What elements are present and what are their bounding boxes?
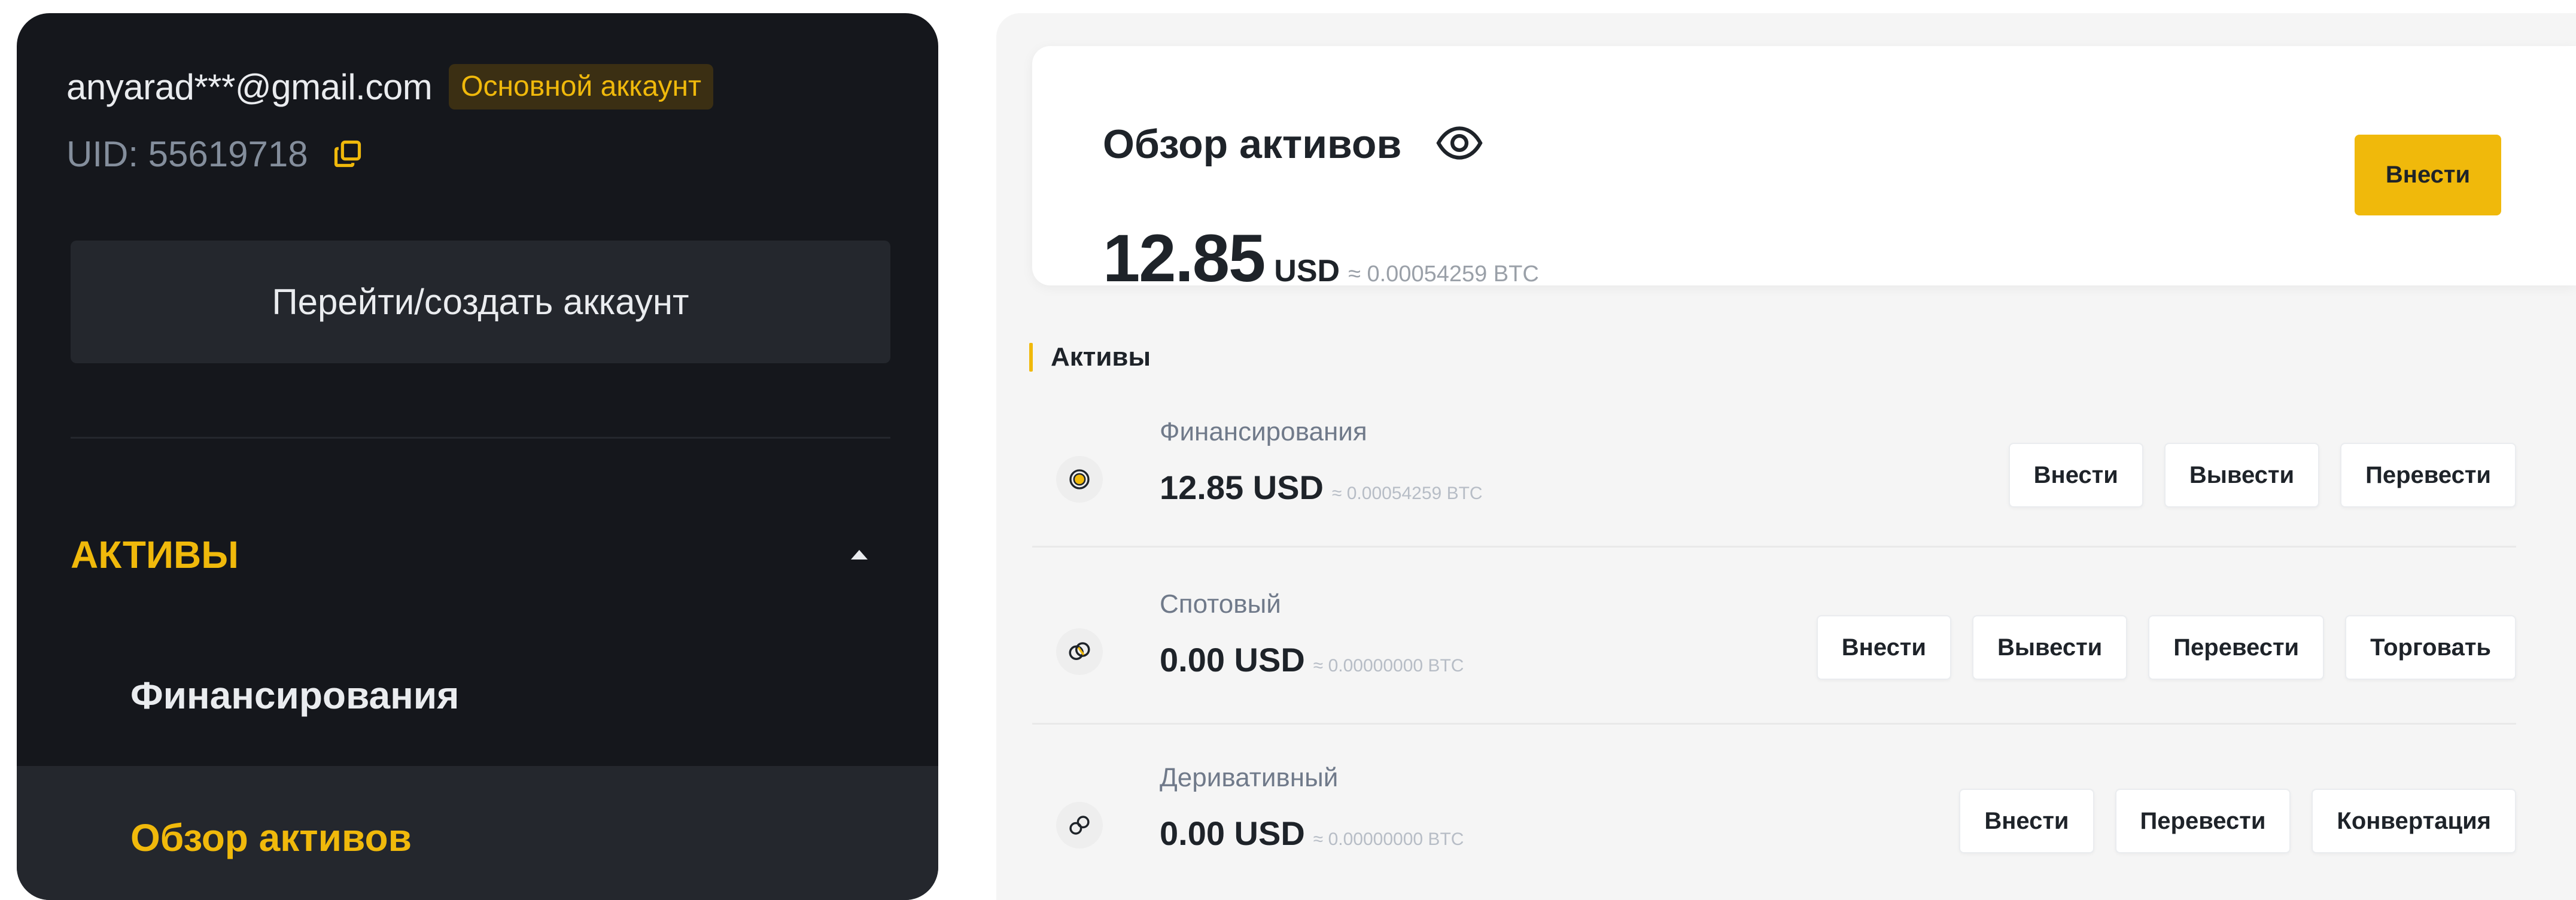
eye-icon[interactable] <box>1434 118 1485 168</box>
total-balance-currency: USD <box>1274 254 1340 288</box>
assets-accent-bar <box>1029 343 1033 372</box>
total-balance: 12.85 USD ≈ 0.00054259 BTC <box>1103 220 1539 297</box>
funding-coin-icon <box>1056 456 1103 503</box>
assets-section-title: АКТИВЫ <box>71 533 239 576</box>
copy-icon[interactable] <box>332 138 363 169</box>
account-name: Финансирования <box>1160 417 1367 446</box>
asset-row-funding: Финансирования 12.85 USD ≈ 0.00054259 BT… <box>1032 390 2576 564</box>
asset-row-derivatives: Деривативный 0.00 USD ≈ 0.00000000 BTC В… <box>1032 736 2576 900</box>
trade-button[interactable]: Торговать <box>2345 615 2516 680</box>
assets-section-toggle[interactable]: АКТИВЫ <box>71 516 890 594</box>
withdraw-button[interactable]: Вывести <box>1972 615 2128 680</box>
account-balance-btc: ≈ 0.00054259 BTC <box>1331 484 1483 503</box>
spot-coin-icon <box>1056 628 1103 675</box>
switch-create-account-button[interactable]: Перейти/создать аккаунт <box>71 241 890 363</box>
derivatives-actions: Внести Перевести Конвертация <box>1959 789 2516 853</box>
funding-actions: Внести Вывести Перевести <box>2008 443 2516 507</box>
transfer-button[interactable]: Перевести <box>2148 615 2325 680</box>
account-name: Деривативный <box>1160 763 1339 792</box>
sidebar-divider <box>71 437 890 439</box>
deposit-button[interactable]: Внести <box>1816 615 1951 680</box>
caret-up-icon <box>851 550 868 560</box>
deposit-button[interactable]: Внести <box>2355 135 2501 215</box>
account-email: anyarad***@gmail.com <box>66 66 433 107</box>
sidebar: anyarad***@gmail.com Основной аккаунт UI… <box>17 13 938 900</box>
withdraw-button[interactable]: Вывести <box>2164 443 2320 507</box>
asset-row-spot: Спотовый 0.00 USD ≈ 0.00000000 BTC Внест… <box>1032 562 2576 736</box>
row-divider <box>1032 723 2516 725</box>
total-balance-btc: ≈ 0.00054259 BTC <box>1348 262 1539 287</box>
transfer-button[interactable]: Перевести <box>2340 443 2516 507</box>
sidebar-item-asset-overview[interactable]: Обзор активов <box>17 766 938 900</box>
account-balance-btc: ≈ 0.00000000 BTC <box>1313 656 1464 676</box>
sidebar-item-label: Финансирования <box>130 674 460 717</box>
account-name: Спотовый <box>1160 589 1281 619</box>
convert-button[interactable]: Конвертация <box>2312 789 2516 853</box>
account-email-row: anyarad***@gmail.com Основной аккаунт <box>66 60 713 114</box>
account-balance-btc: ≈ 0.00000000 BTC <box>1313 829 1464 849</box>
account-balance: 0.00 USD ≈ 0.00000000 BTC <box>1160 640 1464 679</box>
derivatives-coin-icon <box>1056 802 1103 849</box>
account-balance-value: 12.85 USD <box>1160 469 1324 506</box>
main-account-badge: Основной аккаунт <box>449 64 713 110</box>
assets-header: Активы <box>1029 339 1151 375</box>
spot-actions: Внести Вывести Перевести Торговать <box>1816 615 2516 680</box>
assets-title: Активы <box>1051 342 1151 372</box>
page-title: Обзор активов <box>1103 121 1402 167</box>
transfer-button[interactable]: Перевести <box>2115 789 2291 853</box>
sidebar-item-label: Обзор активов <box>130 816 412 859</box>
account-uid: UID: 55619718 <box>66 133 308 174</box>
row-divider <box>1032 546 2516 548</box>
account-balance: 0.00 USD ≈ 0.00000000 BTC <box>1160 814 1464 853</box>
account-uid-row: UID: 55619718 <box>66 127 363 181</box>
total-balance-value: 12.85 <box>1103 221 1266 296</box>
sidebar-item-funding[interactable]: Финансирования <box>17 624 938 767</box>
account-balance-value: 0.00 USD <box>1160 641 1305 679</box>
app-root: anyarad***@gmail.com Основной аккаунт UI… <box>0 0 2576 900</box>
asset-overview-card: Обзор активов 12.85 USD ≈ 0.00054259 BTC… <box>1032 46 2576 296</box>
deposit-button[interactable]: Внести <box>1959 789 2094 853</box>
account-balance-value: 0.00 USD <box>1160 814 1305 852</box>
deposit-button[interactable]: Внести <box>2008 443 2143 507</box>
account-balance: 12.85 USD ≈ 0.00054259 BTC <box>1160 468 1483 507</box>
main-panel: Обзор активов 12.85 USD ≈ 0.00054259 BTC… <box>996 13 2576 900</box>
